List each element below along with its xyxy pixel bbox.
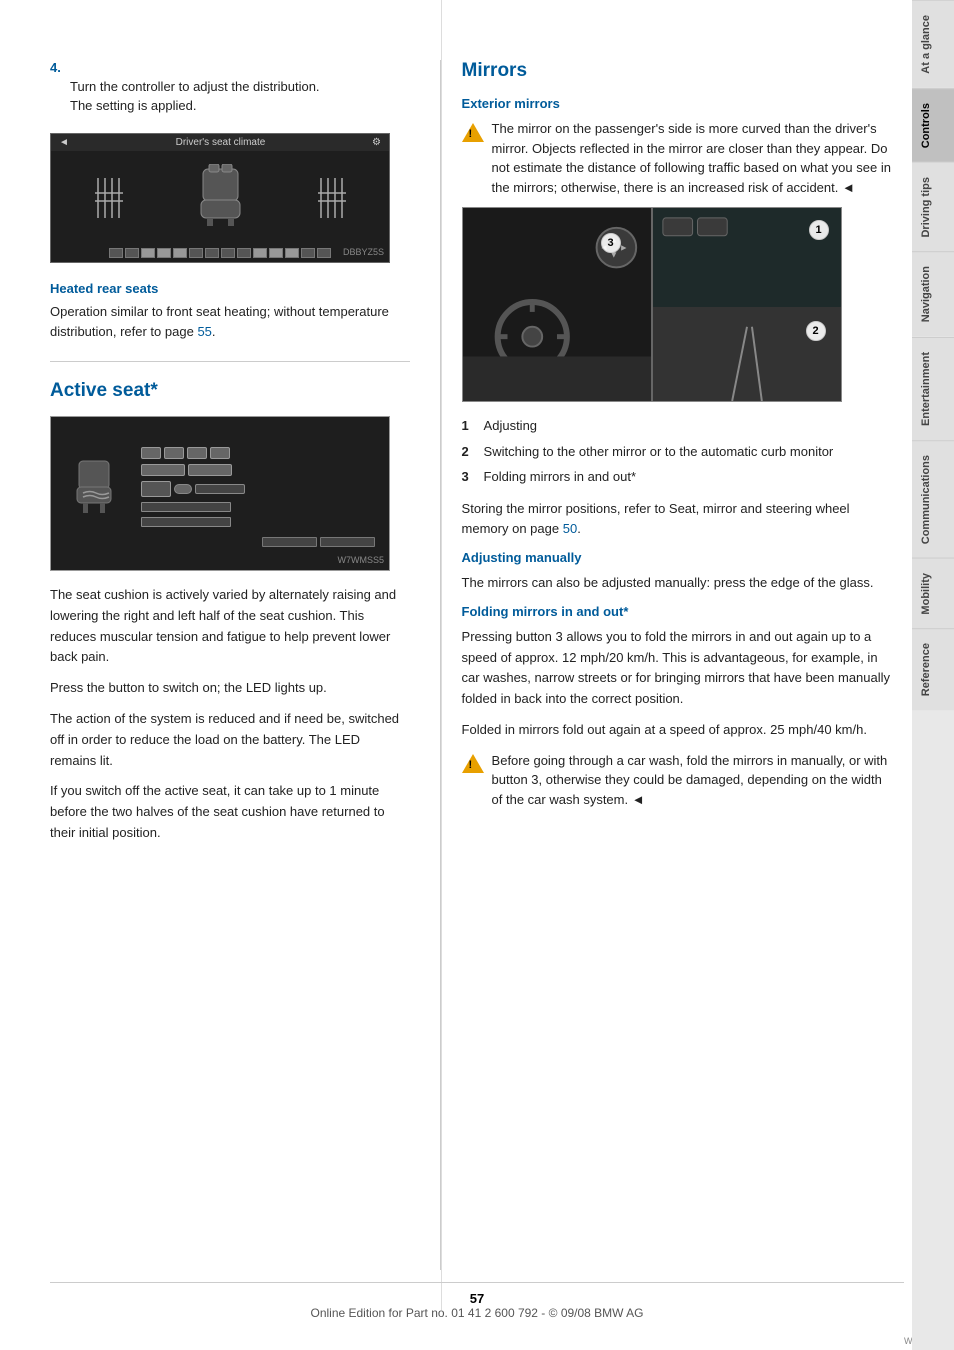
heated-rear-seats-text: Operation similar to front seat heating;… <box>50 302 410 341</box>
mirror-diagram-image: ▲ ▼ ◄ ► 3 <box>462 207 842 402</box>
folding-mirrors-heading: Folding mirrors in and out* <box>462 604 892 619</box>
warning-triangle-icon <box>462 123 484 142</box>
climate-left-arrow: ◄ <box>59 137 69 148</box>
mirror-badge-3: 3 <box>601 233 621 253</box>
cb10 <box>253 248 267 258</box>
climate-body <box>51 151 389 244</box>
exterior-mirrors-heading: Exterior mirrors <box>462 96 892 111</box>
cb13 <box>301 248 315 258</box>
active-seat-controls <box>141 447 369 527</box>
left-vent-controls <box>90 173 128 223</box>
active-seat-heading: Active seat* <box>50 380 410 402</box>
seat-lower-row <box>51 535 389 549</box>
sidebar-tab-mobility[interactable]: Mobility <box>912 558 954 629</box>
mirror-badge-2: 2 <box>806 321 826 341</box>
cb11 <box>269 248 283 258</box>
folding-mirrors-warning-box: Before going through a car wash, fold th… <box>462 751 892 810</box>
cb14 <box>317 248 331 258</box>
sidebar-tab-at-a-glance[interactable]: At a glance <box>912 0 954 88</box>
step4-text: Turn the controller to adjust the distri… <box>70 79 410 94</box>
exterior-mirrors-warning-box: The mirror on the passenger's side is mo… <box>462 119 892 197</box>
seat-center-icon <box>193 164 248 232</box>
active-seat-icon <box>71 453 121 521</box>
heated-rear-seats-pageref[interactable]: 55 <box>197 324 211 339</box>
cb9 <box>237 248 251 258</box>
folding-mirrors-text1: Pressing button 3 allows you to fold the… <box>462 627 892 710</box>
sidebar-tab-controls[interactable]: Controls <box>912 88 954 162</box>
cb4 <box>157 248 171 258</box>
cb5 <box>173 248 187 258</box>
sidebar-tab-driving-tips[interactable]: Driving tips <box>912 162 954 252</box>
page-container: 4. Turn the controller to adjust the dis… <box>0 0 954 1350</box>
heated-rear-seats-heading: Heated rear seats <box>50 281 410 296</box>
active-seat-watermark: W7WMSS5 <box>337 555 384 565</box>
cb8 <box>221 248 235 258</box>
mirror-store-pageref[interactable]: 50 <box>563 521 577 536</box>
mirror-panel-left: ▲ ▼ ◄ ► 3 <box>463 208 651 401</box>
section-divider <box>50 361 410 362</box>
sidebar-tab-navigation[interactable]: Navigation <box>912 251 954 336</box>
cb7 <box>205 248 219 258</box>
cb3 <box>141 248 155 258</box>
folding-warning-triangle-icon <box>462 754 484 773</box>
sidebar-tab-entertainment[interactable]: Entertainment <box>912 337 954 440</box>
sidebar-tab-communications[interactable]: Communications <box>912 440 954 558</box>
mirrors-heading: Mirrors <box>462 60 892 82</box>
cb12 <box>285 248 299 258</box>
cb2 <box>125 248 139 258</box>
sidebar-tab-reference[interactable]: Reference <box>912 628 954 710</box>
climate-settings-icon: ⚙ <box>372 137 381 148</box>
mirror-item-1: 1 Adjusting <box>462 416 892 436</box>
folding-warning-icon <box>462 753 484 775</box>
left-column: 4. Turn the controller to adjust the dis… <box>0 0 440 1310</box>
climate-display-image: ◄ Driver's seat climate ⚙ <box>50 133 390 263</box>
image-watermark: DBBYZ5S <box>343 247 384 257</box>
warning-icon <box>462 121 484 143</box>
folding-mirrors-warning-text: Before going through a car wash, fold th… <box>492 751 892 810</box>
climate-title: Driver's seat climate <box>176 137 266 148</box>
sidebar: At a glance Controls Driving tips Naviga… <box>912 0 954 1350</box>
exterior-mirrors-warning-text: The mirror on the passenger's side is mo… <box>492 119 892 197</box>
mirror-badge-1: 1 <box>809 220 829 240</box>
active-seat-section: Active seat* <box>50 380 410 844</box>
footer-text: Online Edition for Part no. 01 41 2 600 … <box>310 1306 643 1320</box>
page-footer: 57 Online Edition for Part no. 01 41 2 6… <box>50 1282 904 1320</box>
folding-mirrors-text2: Folded in mirrors fold out again at a sp… <box>462 720 892 741</box>
heated-rear-seats-section: Heated rear seats Operation similar to f… <box>50 281 410 341</box>
adjusting-manually-heading: Adjusting manually <box>462 550 892 565</box>
active-seat-para4: If you switch off the active seat, it ca… <box>50 781 410 843</box>
mirror-panel-right: 1 2 <box>651 208 841 401</box>
climate-header: ◄ Driver's seat climate ⚙ <box>51 134 389 151</box>
adjusting-manually-text: The mirrors can also be adjusted manuall… <box>462 573 892 594</box>
active-seat-para2: Press the button to switch on; the LED l… <box>50 678 410 699</box>
right-vent-controls <box>313 173 351 223</box>
cb1 <box>109 248 123 258</box>
right-column: Mirrors Exterior mirrors The mirror on t… <box>441 0 912 1310</box>
mirror-numbered-list: 1 Adjusting 2 Switching to the other mir… <box>462 416 892 487</box>
active-seat-image: W7WMSS5 <box>50 416 390 571</box>
active-seat-para1: The seat cushion is actively varied by a… <box>50 585 410 668</box>
climate-bottom-controls <box>51 244 389 262</box>
cb6 <box>189 248 203 258</box>
step4-number: 4. <box>50 60 410 75</box>
active-seat-para3: The action of the system is reduced and … <box>50 709 410 771</box>
mirror-item-2: 2 Switching to the other mirror or to th… <box>462 442 892 462</box>
main-content: 4. Turn the controller to adjust the dis… <box>0 0 912 1350</box>
mirror-store-text: Storing the mirror positions, refer to S… <box>462 499 892 541</box>
mirror-item-3: 3 Folding mirrors in and out* <box>462 467 892 487</box>
step4-section: 4. Turn the controller to adjust the dis… <box>50 60 410 113</box>
step4-applied: The setting is applied. <box>70 98 410 113</box>
page-number: 57 <box>470 1291 484 1306</box>
